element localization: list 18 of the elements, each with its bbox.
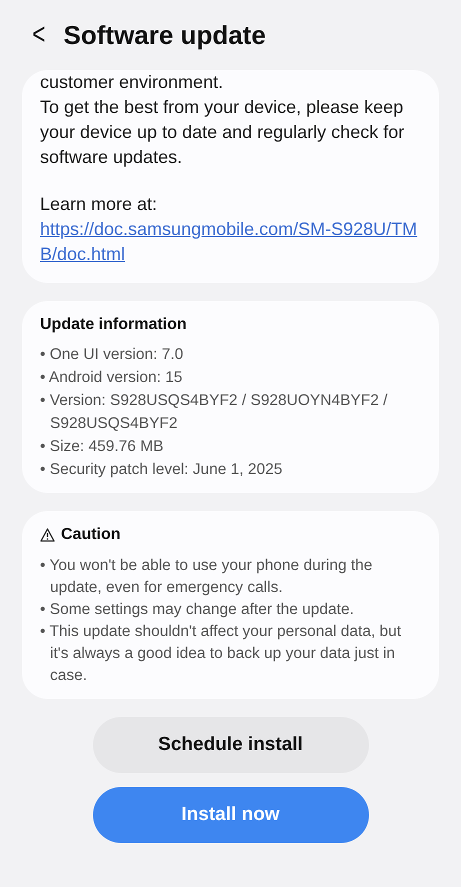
learn-more-link[interactable]: https://doc.samsungmobile.com/SM-S928U/TMB/doc.html: [40, 217, 421, 267]
section-title: Caution: [61, 525, 121, 545]
info-item: • Version: S928USQS4BYF2 / S928UOYN4BYF2 / S928USQS4BYF2: [40, 391, 388, 434]
install-button[interactable]: Install now: [92, 787, 368, 843]
notes-text: Learn more at:: [40, 193, 158, 216]
info-item: • One UI version: 7.0: [40, 345, 184, 365]
schedule-button[interactable]: Schedule install: [92, 717, 368, 773]
info-item: • Security patch level: June 1, 2025: [40, 460, 284, 480]
back-button[interactable]: <: [32, 20, 46, 50]
caution-item: • You won't be able to use your phone during the update, even for emergency calls.: [40, 556, 374, 598]
notes-text: customer environment. To get the best from your device, please keep your device up to date and regularly check for software updates.: [40, 71, 406, 169]
caution-item: • This update shouldn't affect your personal data, but it's always a good idea to back up your data just in case.: [40, 622, 402, 686]
info-item: • Android version: 15: [40, 368, 184, 388]
caution-item: • Some settings may change after the update.: [40, 600, 355, 620]
warning-icon: [40, 528, 55, 542]
page-title: Software update: [64, 18, 266, 52]
section-title: Update information: [40, 315, 188, 335]
info-item: • Size: 459.76 MB: [40, 437, 164, 457]
